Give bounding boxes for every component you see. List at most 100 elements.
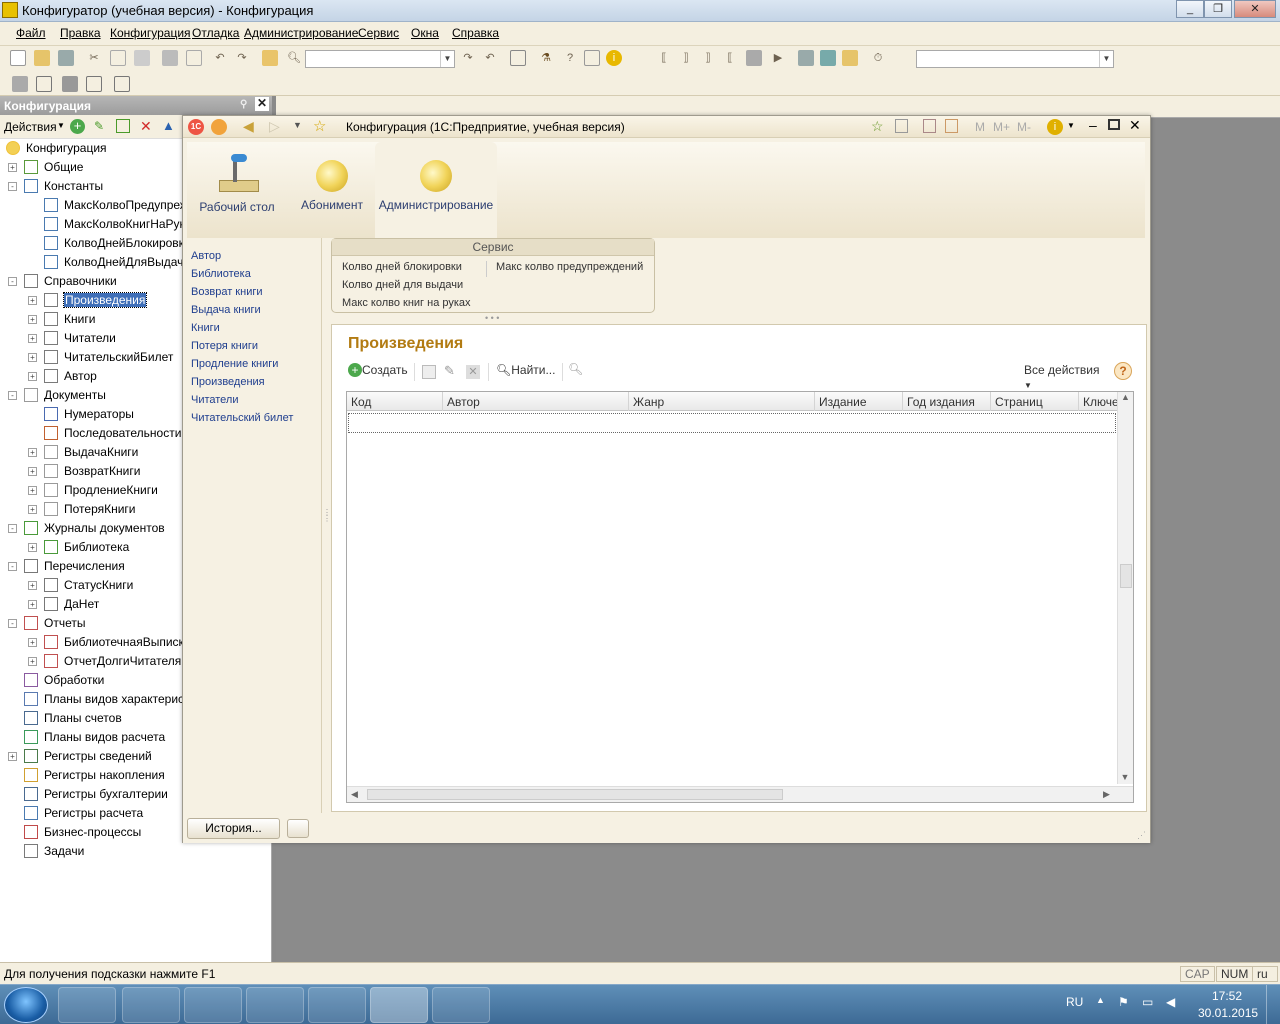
- link-block-days[interactable]: Колво дней блокировки: [342, 261, 462, 273]
- scroll-left-icon[interactable]: ◀: [351, 789, 358, 800]
- nav-link[interactable]: Автор: [191, 250, 321, 268]
- undo-icon[interactable]: ↶: [212, 50, 228, 66]
- panel-close-icon[interactable]: ✕: [255, 97, 269, 111]
- scroll-thumb[interactable]: [367, 789, 783, 800]
- cancel-search-icon[interactable]: 🔍︎: [568, 362, 583, 376]
- start-button[interactable]: [4, 987, 48, 1023]
- save-icon[interactable]: [58, 50, 74, 66]
- scroll-thumb[interactable]: [1120, 564, 1132, 588]
- history-button[interactable]: История...: [187, 818, 280, 839]
- copy-icon[interactable]: [422, 365, 436, 379]
- expand-icon[interactable]: +: [28, 505, 37, 514]
- add-favorite-icon[interactable]: ☆: [871, 118, 884, 135]
- menu-debug[interactable]: Отладка: [192, 26, 239, 40]
- info-icon[interactable]: i: [1047, 119, 1063, 135]
- tray-expand-icon[interactable]: ▲: [1096, 995, 1105, 1005]
- info-icon[interactable]: i: [606, 50, 622, 66]
- nav-link[interactable]: Книги: [191, 322, 321, 340]
- show-desktop-button[interactable]: [1266, 985, 1280, 1024]
- network-icon[interactable]: ▭: [1142, 995, 1153, 1009]
- link-max-books[interactable]: Макс колво книг на руках: [342, 297, 471, 309]
- edit-icon[interactable]: ✎: [444, 363, 455, 379]
- expand-icon[interactable]: +: [28, 296, 37, 305]
- nav-link[interactable]: Возврат книги: [191, 286, 321, 304]
- syntax-assistant-icon[interactable]: ⚗: [538, 50, 554, 66]
- nav-link[interactable]: Произведения: [191, 376, 321, 394]
- expand-icon[interactable]: +: [28, 657, 37, 666]
- search-icon[interactable]: 🔍︎: [286, 50, 302, 66]
- collapse-icon[interactable]: -: [8, 277, 17, 286]
- section-administration[interactable]: Администрирование: [375, 142, 497, 238]
- splitter-handle[interactable]: ⋮ ⋮: [323, 509, 331, 523]
- export-icon[interactable]: [114, 76, 130, 92]
- cut-icon[interactable]: ✂: [86, 50, 102, 66]
- windows-icon[interactable]: [510, 50, 526, 66]
- 1c-app-icon[interactable]: [370, 987, 428, 1023]
- 1c-logo-icon[interactable]: 1С: [188, 119, 204, 135]
- redo-icon[interactable]: ↷: [234, 50, 250, 66]
- copy-icon[interactable]: [110, 50, 126, 66]
- column-genre[interactable]: Жанр: [629, 392, 815, 411]
- properties-icon[interactable]: [36, 76, 52, 92]
- restore-button[interactable]: ❐: [1204, 0, 1232, 18]
- nav-link[interactable]: Потеря книги: [191, 340, 321, 358]
- word-icon[interactable]: [432, 987, 490, 1023]
- move-up-icon[interactable]: ▲: [162, 118, 175, 133]
- expand-icon[interactable]: +: [8, 752, 17, 761]
- menu-file[interactable]: Файл: [16, 26, 46, 40]
- nav-link[interactable]: Читатели: [191, 394, 321, 412]
- nav-link[interactable]: Выдача книги: [191, 304, 321, 322]
- expand-icon[interactable]: +: [28, 467, 37, 476]
- expand-icon[interactable]: +: [28, 372, 37, 381]
- calculator-icon[interactable]: [923, 119, 936, 133]
- tree-icon[interactable]: [12, 76, 28, 92]
- find-button[interactable]: 🔍︎Найти...: [496, 363, 556, 383]
- context-combo[interactable]: ▼: [916, 50, 1114, 68]
- menu-help[interactable]: Справка: [452, 26, 499, 40]
- connections-icon[interactable]: [287, 819, 309, 838]
- edit-icon[interactable]: ✎: [94, 119, 104, 133]
- add-copy-icon[interactable]: [116, 119, 130, 133]
- expand-icon[interactable]: +: [28, 334, 37, 343]
- expand-icon[interactable]: +: [28, 581, 37, 590]
- breakpoint-icon[interactable]: [746, 50, 762, 66]
- close-button[interactable]: ✕: [1234, 0, 1276, 18]
- collapse-icon[interactable]: -: [8, 391, 17, 400]
- debug-step-in-icon[interactable]: ⟧: [700, 50, 716, 66]
- main-menu-icon[interactable]: [211, 119, 227, 135]
- column-keywords[interactable]: Ключе: [1079, 392, 1119, 411]
- search-combo[interactable]: ▼: [305, 50, 455, 68]
- menu-service[interactable]: Сервис: [358, 26, 399, 40]
- paste-icon[interactable]: [134, 50, 150, 66]
- pin-icon[interactable]: ⚲: [240, 99, 247, 110]
- nav-link[interactable]: Библиотека: [191, 268, 321, 286]
- column-edition[interactable]: Издание: [815, 392, 903, 411]
- gear-icon[interactable]: [122, 987, 180, 1023]
- open-icon[interactable]: [34, 50, 50, 66]
- chrome-icon[interactable]: [246, 987, 304, 1023]
- template-icon[interactable]: [584, 50, 600, 66]
- maximize-icon[interactable]: [1108, 119, 1120, 130]
- nav-link[interactable]: Читательский билет: [191, 412, 321, 430]
- menu-administration[interactable]: Администрирование: [244, 26, 358, 40]
- chevron-down-icon[interactable]: ▼: [1099, 51, 1113, 67]
- link-max-warnings[interactable]: Макс колво предупреждений: [496, 261, 643, 273]
- expand-icon[interactable]: +: [28, 486, 37, 495]
- scroll-right-icon[interactable]: ▶: [1103, 789, 1110, 800]
- menu-windows[interactable]: Окна: [411, 26, 439, 40]
- explorer-icon[interactable]: [308, 987, 366, 1023]
- mem-plus-button[interactable]: M+: [993, 120, 1010, 134]
- volume-icon[interactable]: ◀: [1166, 995, 1175, 1009]
- find-prev-icon[interactable]: ↶: [482, 50, 498, 66]
- all-actions-menu[interactable]: Все действия ▼: [1024, 363, 1108, 390]
- create-button[interactable]: + Создать: [348, 363, 412, 383]
- favorites-star-icon[interactable]: ☆: [313, 117, 326, 135]
- calendar-icon[interactable]: [945, 119, 958, 133]
- db-icon[interactable]: [62, 76, 78, 92]
- delete-icon[interactable]: ✕: [140, 118, 152, 135]
- launch-enterprise-icon[interactable]: [820, 50, 836, 66]
- section-subscription[interactable]: Абонимент: [293, 160, 371, 212]
- vertical-scrollbar[interactable]: ▲ ▼: [1117, 392, 1133, 784]
- column-author[interactable]: Автор: [443, 392, 629, 411]
- nav-link[interactable]: Продление книги: [191, 358, 321, 376]
